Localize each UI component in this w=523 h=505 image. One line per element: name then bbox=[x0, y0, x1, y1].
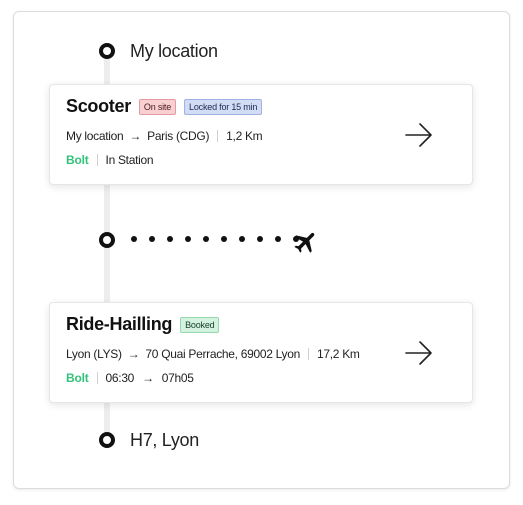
meta-row: Bolt In Station bbox=[66, 153, 154, 167]
status-badge: Locked for 15 min bbox=[184, 98, 263, 115]
route-to: Paris (CDG) bbox=[147, 129, 210, 143]
flight-dotted-path bbox=[131, 236, 299, 242]
depart-time: 06:30 bbox=[105, 371, 135, 385]
ride-hailing-card[interactable]: Ride-Hailling Booked Lyon (LYS) → 70 Qua… bbox=[49, 302, 473, 403]
arrow-right-icon: → bbox=[142, 371, 154, 385]
route-row: Lyon (LYS) → 70 Quai Perrache, 69002 Lyo… bbox=[66, 347, 360, 361]
flight-node bbox=[99, 232, 115, 248]
arrive-time: 07h05 bbox=[161, 371, 194, 385]
station-status: In Station bbox=[105, 153, 154, 167]
card-title: Ride-Hailling bbox=[66, 314, 173, 334]
route-from: Lyon (LYS) bbox=[66, 347, 122, 361]
destination-node bbox=[99, 432, 115, 448]
divider bbox=[308, 348, 310, 360]
provider-logo: Bolt bbox=[66, 153, 89, 167]
meta-row: Bolt 06:30 → 07h05 bbox=[66, 371, 194, 385]
airplane-icon bbox=[294, 232, 315, 253]
arrow-right-icon: → bbox=[129, 129, 142, 143]
divider bbox=[96, 372, 98, 384]
divider bbox=[217, 130, 219, 142]
route-from: My location bbox=[66, 129, 124, 143]
arrow-right-icon: → bbox=[127, 347, 140, 361]
arrow-right-icon[interactable] bbox=[404, 121, 434, 149]
card-title: Scooter bbox=[66, 96, 131, 116]
distance: 1,2 Km bbox=[226, 129, 263, 143]
divider bbox=[96, 154, 98, 166]
itinerary-panel bbox=[13, 11, 510, 489]
origin-label: My location bbox=[130, 41, 218, 61]
destination-label: H7, Lyon bbox=[130, 430, 199, 450]
origin-node bbox=[99, 43, 115, 59]
provider-logo: Bolt bbox=[66, 371, 89, 385]
scooter-card[interactable]: Scooter On site Locked for 15 min My loc… bbox=[49, 84, 473, 185]
status-badge: On site bbox=[138, 98, 177, 115]
distance: 17,2 Km bbox=[317, 347, 360, 361]
arrow-right-icon[interactable] bbox=[404, 339, 434, 367]
route-row: My location → Paris (CDG) 1,2 Km bbox=[66, 129, 263, 143]
route-to: 70 Quai Perrache, 69002 Lyon bbox=[145, 347, 301, 361]
status-badge: Booked bbox=[180, 316, 220, 333]
